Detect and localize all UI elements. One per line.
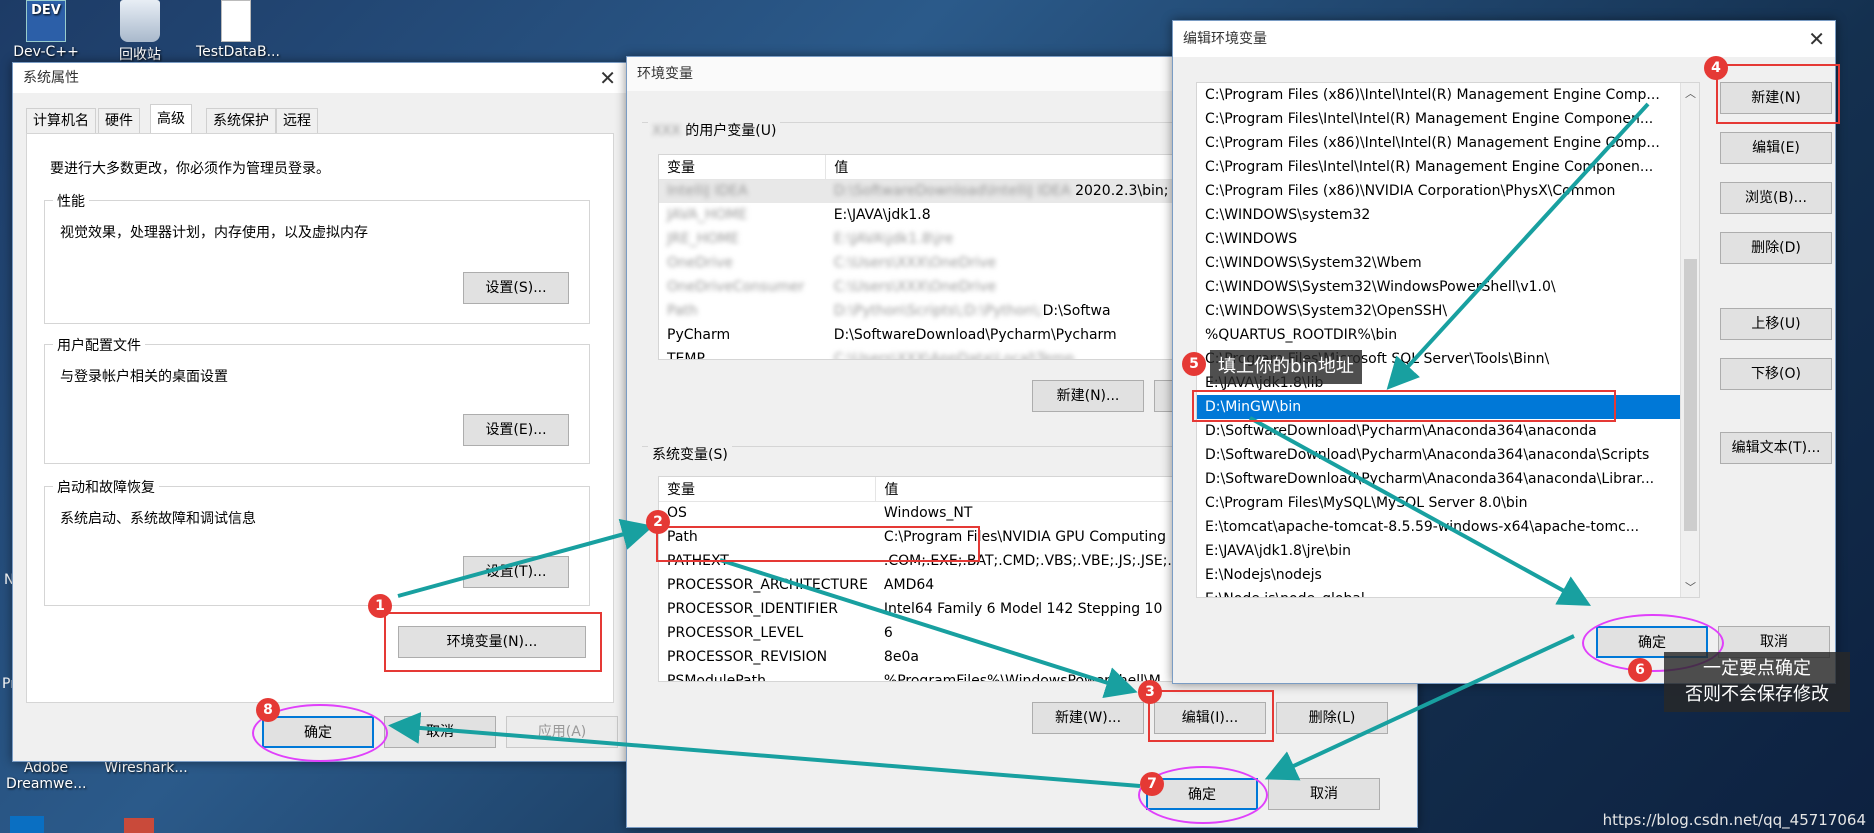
step-badge-1: 1 <box>368 594 392 618</box>
arrow-4-to-5 <box>1386 102 1650 390</box>
annotation-note-fill-bin: 填上你的bin地址 <box>1210 350 1362 384</box>
step-badge-8: 8 <box>256 698 280 722</box>
step-badge-2: 2 <box>646 510 670 534</box>
arrow-5-to-6 <box>1249 416 1592 606</box>
step-badge-6: 6 <box>1628 658 1652 682</box>
step-badge-3: 3 <box>1138 680 1162 704</box>
step-badge-4: 4 <box>1704 56 1728 80</box>
watermark: https://blog.csdn.net/qq_45717064 <box>1602 811 1866 829</box>
step-badge-5: 5 <box>1182 352 1206 376</box>
arrow-7-to-8 <box>388 711 1141 788</box>
highlight-path-row <box>656 526 980 562</box>
arrow-1-to-2 <box>397 518 654 598</box>
arrow-2-to-3 <box>719 558 1138 698</box>
highlight-mingw-row <box>1192 390 1616 422</box>
arrow-6-to-7 <box>1264 634 1575 781</box>
annotation-note-must-confirm: 一定要点确定 否则不会保存修改 <box>1664 652 1850 712</box>
step-badge-7: 7 <box>1140 772 1164 796</box>
highlight-new-button <box>1716 64 1840 124</box>
highlight-env-button <box>384 612 602 672</box>
highlight-edit-button <box>1148 690 1274 742</box>
